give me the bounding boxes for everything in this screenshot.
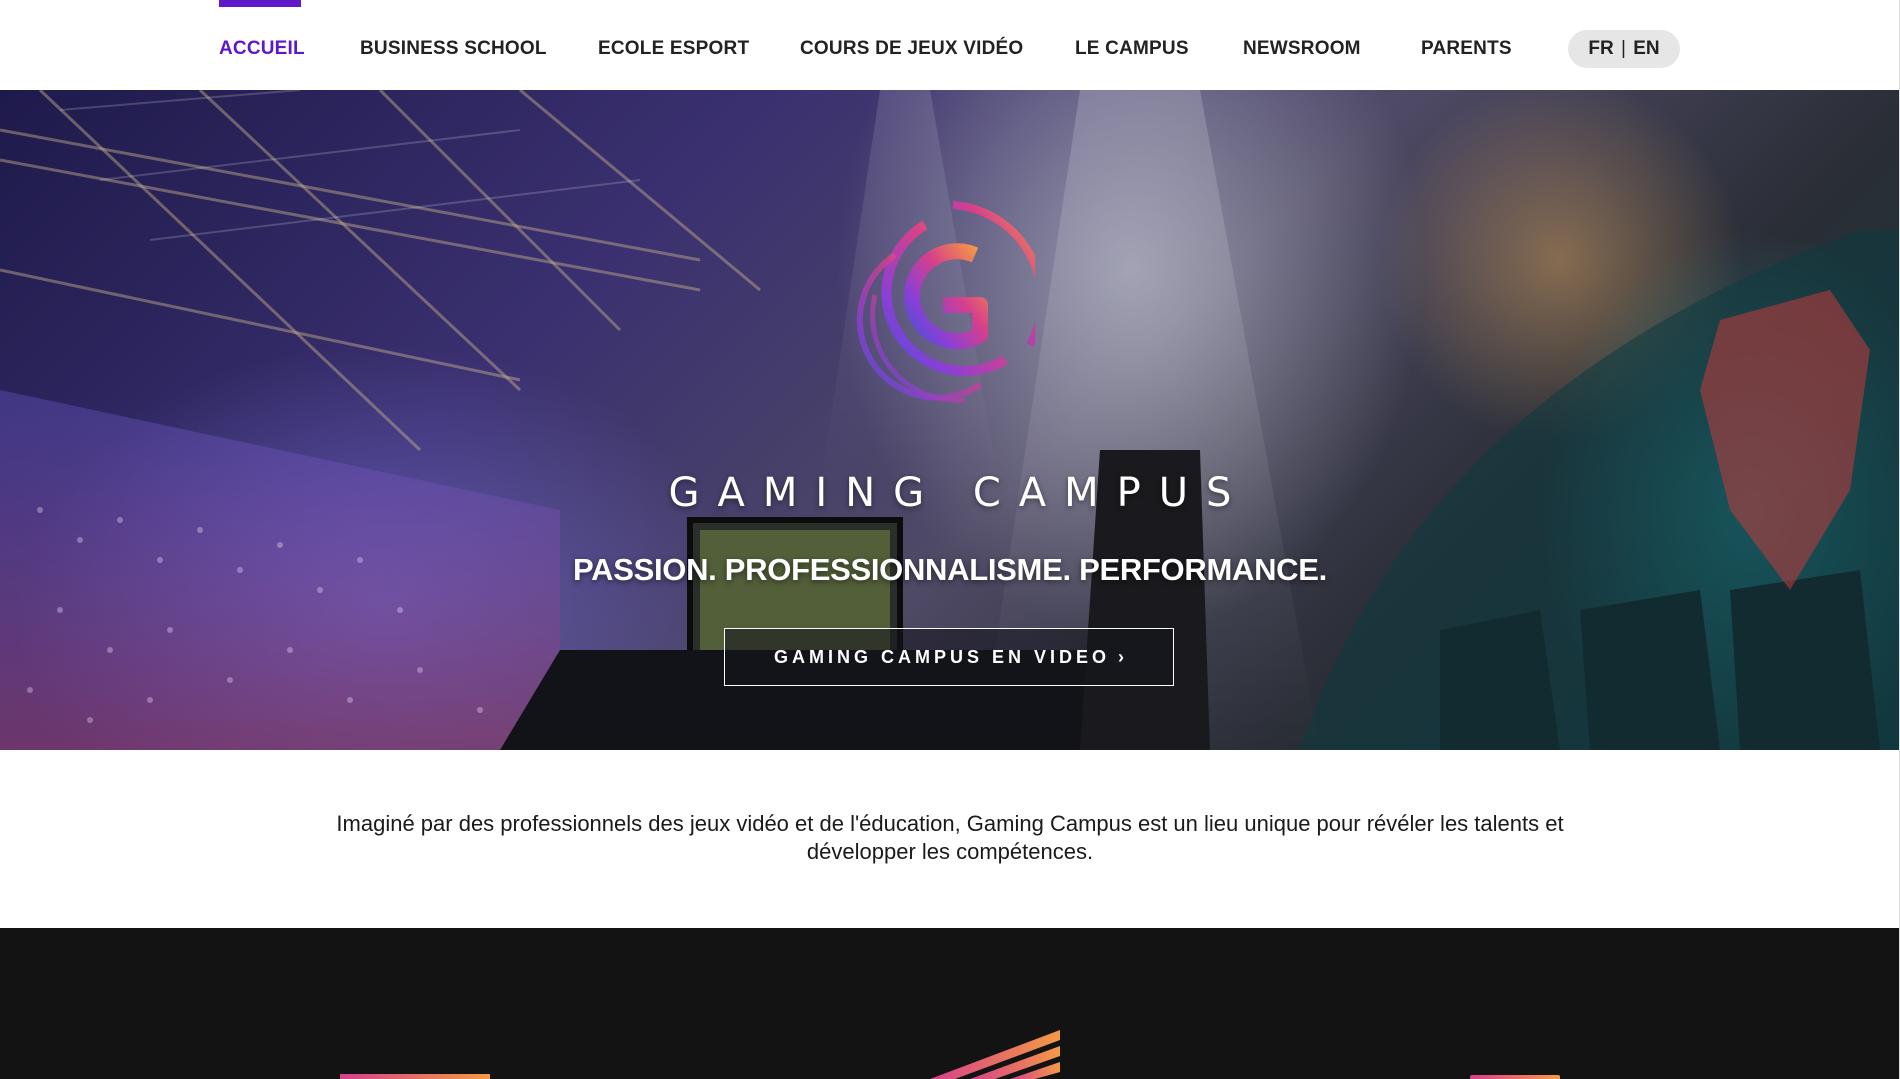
hero-tagline: PASSION. PROFESSIONNALISME. PERFORMANCE. <box>573 552 1327 587</box>
nav-item-business-school[interactable]: BUSINESS SCHOOL <box>360 0 547 90</box>
lang-separator: | <box>1620 38 1626 59</box>
chevron-right-icon: › <box>1118 647 1125 667</box>
programs-section <box>0 928 1900 1079</box>
intro-section: Imaginé par des professionnels des jeux … <box>0 750 1900 928</box>
lang-fr-link[interactable]: FR <box>1588 38 1613 59</box>
nav-item-ecole-esport[interactable]: ECOLE ESPORT <box>598 0 749 90</box>
brand-name: GAMING CAMPUS <box>668 470 1250 516</box>
nav-item-newsroom[interactable]: NEWSROOM <box>1243 0 1361 90</box>
program-icon-left-edge <box>340 1074 490 1079</box>
hero-banner: GAMING CAMPUS PASSION. PROFESSIONNALISME… <box>0 90 1900 750</box>
main-navigation: ACCUEIL BUSINESS SCHOOL ECOLE ESPORT COU… <box>0 0 1900 90</box>
section-decoration <box>340 1030 1560 1079</box>
gaming-campus-g-logo-icon <box>856 201 1035 403</box>
nav-item-accueil[interactable]: ACCUEIL <box>219 0 305 90</box>
lang-en-link[interactable]: EN <box>1633 38 1659 59</box>
watch-video-button[interactable]: GAMING CAMPUS EN VIDEO › <box>724 628 1174 686</box>
intro-paragraph: Imaginé par des professionnels des jeux … <box>336 811 1564 864</box>
nav-item-le-campus[interactable]: LE CAMPUS <box>1075 0 1189 90</box>
watch-video-label: GAMING CAMPUS EN VIDEO <box>773 647 1111 667</box>
nav-item-cours-de-jeux-video[interactable]: COURS DE JEUX VIDÉO <box>800 0 1023 90</box>
program-icon-right-edge <box>1470 1075 1560 1079</box>
nav-item-parents[interactable]: PARENTS <box>1421 0 1512 90</box>
language-switcher: FR | EN <box>1568 30 1680 68</box>
